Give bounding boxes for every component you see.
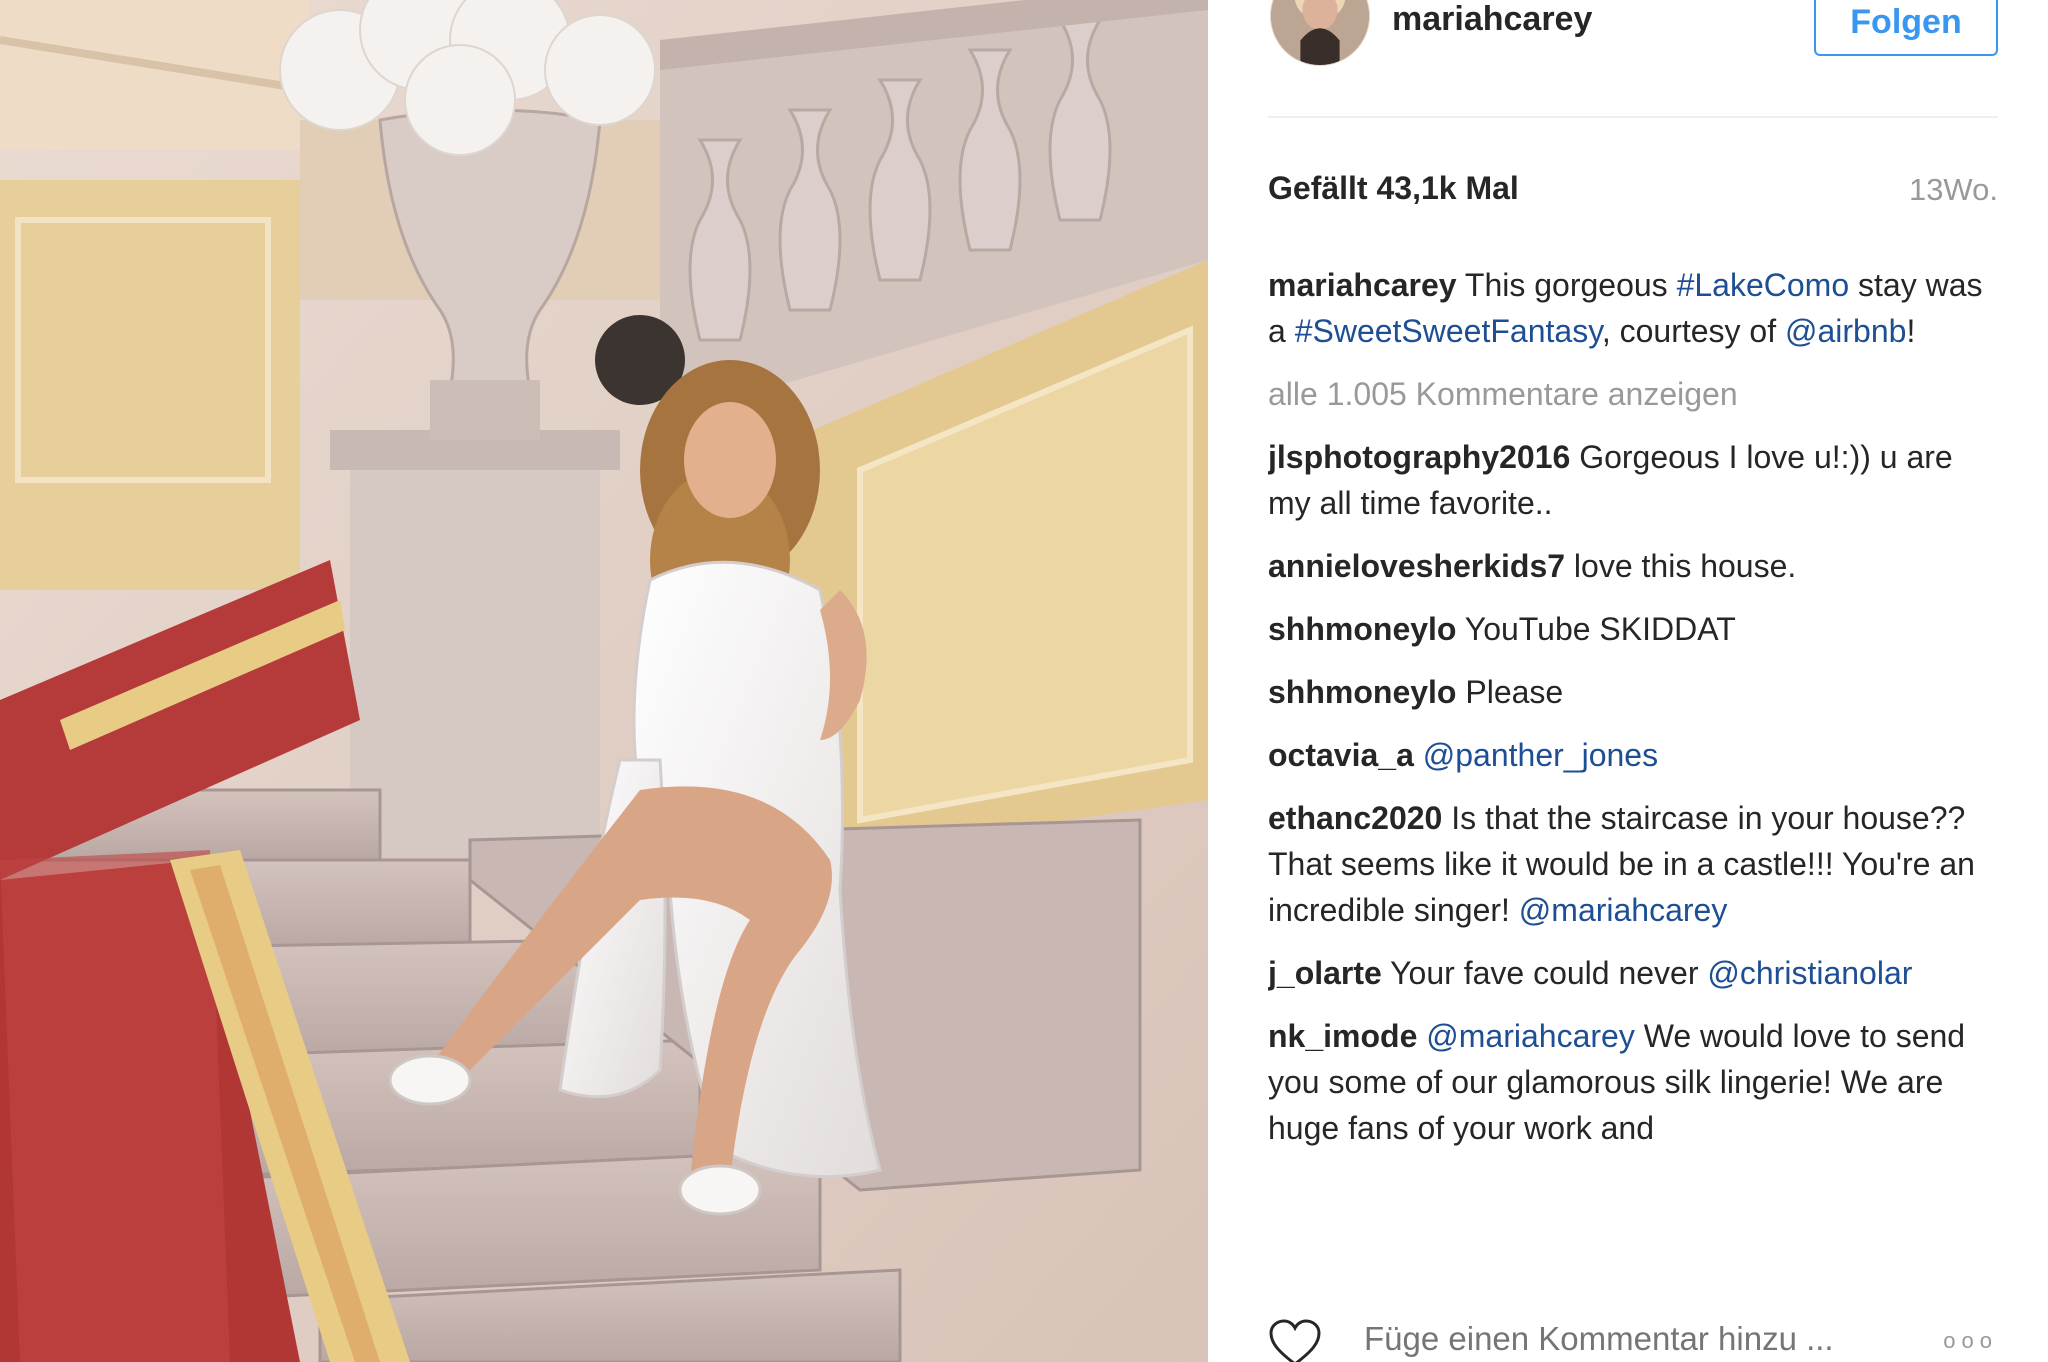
comment-username[interactable]: shhmoneylo	[1268, 611, 1456, 647]
comment-text	[1414, 737, 1423, 773]
comment-username[interactable]: shhmoneylo	[1268, 674, 1456, 710]
follow-button[interactable]: Folgen	[1814, 0, 1998, 56]
mention-link[interactable]: @airbnb	[1785, 313, 1906, 349]
mention-link[interactable]: @mariahcarey	[1519, 892, 1728, 928]
comments-list: mariahcarey This gorgeous #LakeComo stay…	[1268, 262, 1998, 1258]
comment-username[interactable]: j_olarte	[1268, 955, 1382, 991]
post-header: mariahcarey Folgen	[1268, 0, 1998, 118]
more-options-icon[interactable]: ooo	[1943, 1328, 1998, 1354]
likes-count[interactable]: Gefällt 43,1k Mal	[1268, 170, 1519, 207]
comment-items: jlsphotography2016 Gorgeous I love u!:))…	[1268, 434, 1998, 1151]
post-timestamp[interactable]: 13Wo.	[1909, 172, 1998, 208]
comment-username[interactable]: octavia_a	[1268, 737, 1414, 773]
hashtag-link[interactable]: #LakeComo	[1677, 267, 1850, 303]
post-author-username[interactable]: mariahcarey	[1392, 0, 1592, 39]
comment-text: love this house.	[1565, 548, 1797, 584]
post-caption: mariahcarey This gorgeous #LakeComo stay…	[1268, 262, 1998, 354]
comment-username[interactable]: nk_imode	[1268, 1018, 1417, 1054]
post-sidebar: mariahcarey Folgen Gefällt 43,1k Mal 13W…	[1208, 0, 2048, 1362]
profile-avatar[interactable]	[1270, 0, 1370, 66]
comment-item: jlsphotography2016 Gorgeous I love u!:))…	[1268, 434, 1998, 526]
comment-username[interactable]: ethanc2020	[1268, 800, 1442, 836]
mention-link[interactable]: @panther_jones	[1423, 737, 1658, 773]
comment-item: shhmoneylo YouTube SKIDDAT	[1268, 606, 1998, 652]
comment-item: j_olarte Your fave could never @christia…	[1268, 950, 1998, 996]
comment-text: , courtesy of	[1601, 313, 1785, 349]
comment-text	[1417, 1018, 1426, 1054]
staircase-photo-image	[0, 0, 1208, 1362]
comment-item: octavia_a @panther_jones	[1268, 732, 1998, 778]
comment-username[interactable]: annielovesherkids7	[1268, 548, 1565, 584]
post-photo[interactable]	[0, 0, 1208, 1362]
comment-text: !	[1906, 313, 1916, 349]
heart-icon[interactable]	[1268, 1318, 1322, 1362]
comment-text: Please	[1456, 674, 1564, 710]
comment-item: annielovesherkids7 love this house.	[1268, 543, 1998, 589]
mention-link[interactable]: @christianolar	[1707, 955, 1912, 991]
comment-text: This gorgeous	[1456, 267, 1677, 303]
comment-item: ethanc2020 Is that the staircase in your…	[1268, 795, 1998, 933]
comment-text: YouTube SKIDDAT	[1456, 611, 1736, 647]
mention-link[interactable]: @mariahcarey	[1426, 1018, 1635, 1054]
hashtag-link[interactable]: #SweetSweetFantasy	[1295, 313, 1602, 349]
likes-row: Gefällt 43,1k Mal 13Wo.	[1268, 170, 1998, 214]
comment-username[interactable]: mariahcarey	[1268, 267, 1457, 303]
comment-input[interactable]	[1364, 1320, 1904, 1358]
post-footer: ooo	[1268, 1310, 1998, 1362]
comment-item: nk_imode @mariahcarey We would love to s…	[1268, 1013, 1998, 1151]
comment-username[interactable]: jlsphotography2016	[1268, 439, 1570, 475]
comment-text: Your fave could never	[1381, 955, 1708, 991]
view-all-comments-link[interactable]: alle 1.005 Kommentare anzeigen	[1268, 371, 1998, 417]
comment-item: shhmoneylo Please	[1268, 669, 1998, 715]
